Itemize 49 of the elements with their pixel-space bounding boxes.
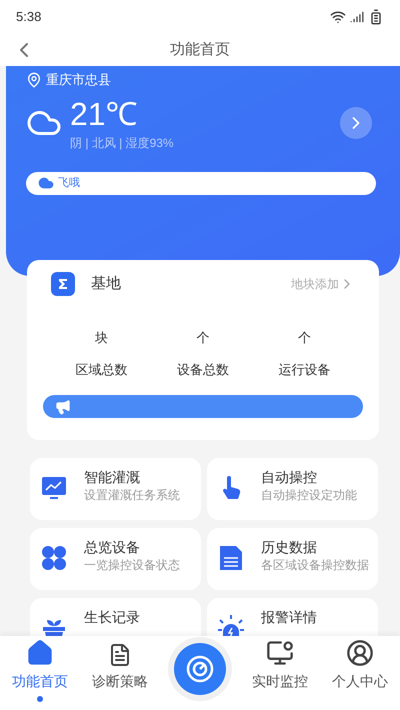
tab-item[interactable]: 个人中心 bbox=[320, 639, 400, 702]
megaphone-icon bbox=[55, 398, 71, 414]
scan-button[interactable] bbox=[174, 643, 226, 695]
feature-card[interactable]: 历史数据 各区域设备操控数据 bbox=[207, 528, 378, 590]
location-text: 重庆市忠县 bbox=[46, 71, 111, 89]
feature-subtitle: 自动操控设定功能 bbox=[261, 487, 357, 504]
stat-unit: 个 bbox=[196, 329, 210, 347]
feature-title: 总览设备 bbox=[84, 538, 141, 556]
chart-screen-icon bbox=[40, 474, 68, 502]
gauge-icon bbox=[185, 654, 215, 684]
stat-unit: 个 bbox=[298, 329, 311, 347]
feature-subtitle: 设置灌溉任务系统 bbox=[84, 487, 180, 504]
home-icon bbox=[26, 639, 54, 667]
user-icon bbox=[346, 639, 374, 667]
feature-subtitle: 一览操控设备状态 bbox=[84, 557, 180, 574]
base-title: 基地 bbox=[91, 274, 121, 294]
feature-card[interactable]: 报警详情 bbox=[207, 598, 378, 636]
stat-label: 区域总数 bbox=[76, 360, 128, 378]
signal-icon bbox=[350, 10, 364, 24]
stat-label: 设备总数 bbox=[176, 360, 229, 378]
document-icon bbox=[217, 544, 245, 572]
tab-item[interactable]: 功能首页 bbox=[0, 639, 80, 702]
feature-title: 历史数据 bbox=[261, 538, 318, 556]
monitor-icon bbox=[266, 639, 294, 667]
stat-label: 运行设备 bbox=[278, 360, 330, 378]
clover-icon bbox=[40, 544, 68, 572]
page-title: 功能首页 bbox=[170, 40, 230, 60]
cloud-icon bbox=[38, 175, 54, 191]
note-icon bbox=[108, 643, 132, 667]
feature-title: 生长记录 bbox=[84, 608, 140, 626]
tab-item[interactable]: 实时监控 bbox=[240, 639, 320, 702]
tab-item[interactable]: 诊断策略 bbox=[80, 643, 160, 702]
feature-card[interactable]: 总览设备 一览操控设备状态 bbox=[30, 528, 201, 590]
weather-conditions: 阴 | 北风 | 湿度93% bbox=[70, 134, 174, 152]
feature-title: 自动操控 bbox=[261, 468, 318, 486]
temperature: 21℃ bbox=[70, 94, 139, 134]
feature-title: 报警详情 bbox=[261, 608, 317, 626]
feature-card[interactable]: 智能灌溉 设置灌溉任务系统 bbox=[30, 458, 201, 520]
wifi-icon bbox=[330, 9, 346, 25]
feature-card[interactable]: 生长记录 bbox=[30, 598, 201, 636]
feature-subtitle: 各区域设备操控数据 bbox=[261, 557, 369, 574]
location-pin-icon bbox=[26, 72, 42, 88]
weather-detail-button[interactable] bbox=[340, 106, 372, 138]
notice-text: 飞哦 bbox=[58, 176, 80, 191]
status-time: 5:38 bbox=[16, 8, 42, 26]
feature-title: 智能灌溉 bbox=[84, 468, 141, 486]
feature-card[interactable]: 自动操控 自动操控设定功能 bbox=[207, 458, 378, 520]
stat-unit: 块 bbox=[95, 329, 108, 347]
sigma-icon bbox=[51, 272, 75, 296]
